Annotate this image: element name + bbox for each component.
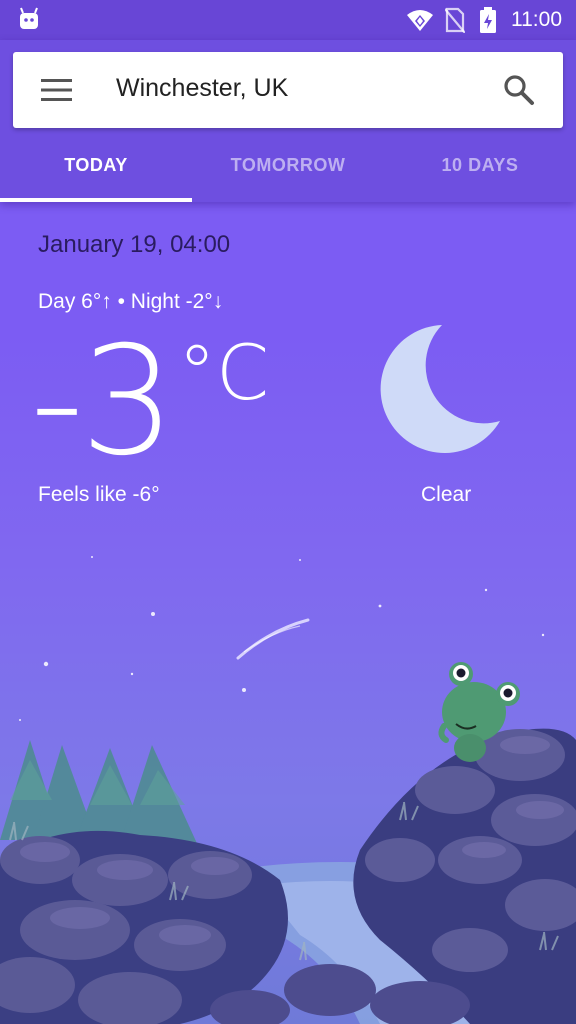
- search-icon[interactable]: [503, 74, 535, 106]
- location-search-bar[interactable]: Winchester, UK: [13, 52, 563, 128]
- tab-tomorrow[interactable]: TOMORROW: [192, 138, 384, 202]
- day-night-temperatures: Day 6°↑ • Night -2°↓: [38, 290, 224, 313]
- location-name[interactable]: Winchester, UK: [116, 74, 476, 103]
- no-sim-icon: [445, 7, 465, 33]
- forecast-datetime: January 19, 04:00: [38, 231, 231, 258]
- current-temperature: -3: [30, 315, 176, 489]
- tab-10-days[interactable]: 10 DAYS: [384, 138, 576, 202]
- moon-icon: [380, 325, 500, 453]
- forecast-tabs: TODAY TOMORROW 10 DAYS: [0, 138, 576, 202]
- status-bar: 11:00: [0, 0, 576, 40]
- status-time: 11:00: [511, 8, 562, 31]
- tab-today[interactable]: TODAY: [0, 138, 192, 202]
- weather-condition: Clear: [421, 483, 472, 506]
- temperature-unit: °C: [178, 328, 270, 417]
- wifi-icon: [407, 10, 433, 31]
- android-notification-icon: [20, 7, 38, 29]
- app-bar: Winchester, UK TODAY TOMORROW 10 DAYS: [0, 40, 576, 202]
- battery-charging-icon: [480, 7, 496, 33]
- feels-like-temperature: Feels like -6°: [38, 483, 160, 506]
- hamburger-menu-icon[interactable]: [41, 78, 73, 102]
